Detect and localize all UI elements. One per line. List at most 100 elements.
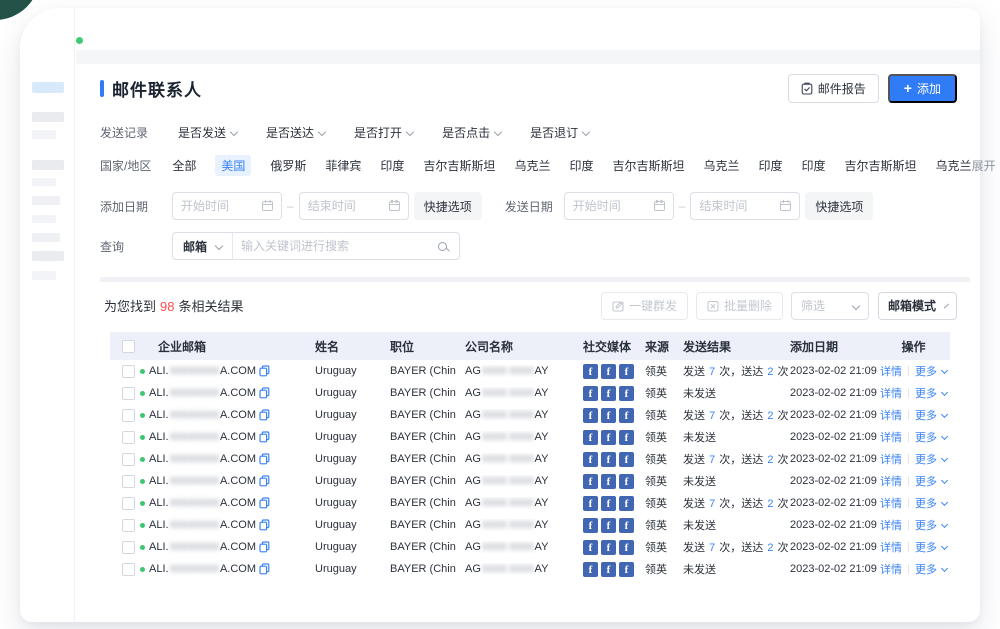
add-date-quick-options-button[interactable]: 快捷选项: [414, 192, 482, 220]
copy-icon[interactable]: [259, 475, 270, 487]
facebook-icon[interactable]: f: [583, 540, 598, 555]
facebook-icon[interactable]: f: [601, 430, 616, 445]
country-option[interactable]: 全部: [172, 157, 196, 174]
more-link[interactable]: 更多: [915, 407, 947, 423]
sidebar-nav-item[interactable]: [32, 215, 56, 223]
facebook-icon[interactable]: f: [583, 452, 598, 467]
row-checkbox[interactable]: [122, 563, 135, 576]
country-option[interactable]: 印度: [569, 157, 593, 174]
status-filter-dropdown[interactable]: 是否点击: [442, 124, 501, 141]
more-link[interactable]: 更多: [915, 451, 947, 467]
sidebar-nav-item[interactable]: [32, 233, 60, 242]
mail-report-button[interactable]: 邮件报告: [788, 74, 879, 103]
detail-link[interactable]: 详情: [880, 385, 902, 401]
row-checkbox[interactable]: [122, 541, 135, 554]
facebook-icon[interactable]: f: [583, 408, 598, 423]
facebook-icon[interactable]: f: [583, 562, 598, 577]
sidebar-nav-item-active[interactable]: [32, 82, 64, 93]
status-filter-dropdown[interactable]: 是否送达: [266, 124, 325, 141]
country-option[interactable]: 吉尔吉斯斯坦: [423, 157, 495, 174]
send-date-end-input[interactable]: [699, 199, 776, 213]
sidebar-nav-item[interactable]: [32, 130, 56, 139]
country-option[interactable]: 印度: [380, 157, 404, 174]
facebook-icon[interactable]: f: [583, 496, 598, 511]
mailbox-mode-select[interactable]: 邮箱模式: [878, 292, 957, 320]
more-link[interactable]: 更多: [915, 561, 947, 577]
facebook-icon[interactable]: f: [601, 386, 616, 401]
send-date-start-input[interactable]: [573, 199, 650, 213]
sidebar-nav-item[interactable]: [32, 112, 64, 122]
country-option[interactable]: 俄罗斯: [270, 157, 306, 174]
filter-select[interactable]: 筛选: [791, 292, 869, 320]
status-filter-dropdown[interactable]: 是否退订: [530, 124, 589, 141]
row-checkbox[interactable]: [122, 497, 135, 510]
facebook-icon[interactable]: f: [619, 408, 634, 423]
facebook-icon[interactable]: f: [619, 518, 634, 533]
more-link[interactable]: 更多: [915, 473, 947, 489]
facebook-icon[interactable]: f: [583, 430, 598, 445]
country-option[interactable]: 吉尔吉斯斯坦: [612, 157, 684, 174]
country-option[interactable]: 乌克兰: [703, 157, 739, 174]
sidebar-nav-item[interactable]: [32, 178, 56, 186]
row-checkbox[interactable]: [122, 431, 135, 444]
query-field-select[interactable]: 邮箱: [173, 233, 233, 259]
copy-icon[interactable]: [259, 365, 270, 377]
facebook-icon[interactable]: f: [601, 540, 616, 555]
country-option[interactable]: 吉尔吉斯斯坦: [845, 157, 917, 174]
bulk-delete-button[interactable]: 批量删除: [696, 292, 783, 320]
more-link[interactable]: 更多: [915, 363, 947, 379]
status-filter-dropdown[interactable]: 是否打开: [354, 124, 413, 141]
copy-icon[interactable]: [259, 387, 270, 399]
country-option[interactable]: 美国: [215, 155, 251, 176]
country-option[interactable]: 乌克兰: [514, 157, 550, 174]
country-option[interactable]: 印度: [802, 157, 826, 174]
facebook-icon[interactable]: f: [601, 474, 616, 489]
more-link[interactable]: 更多: [915, 385, 947, 401]
row-checkbox[interactable]: [122, 453, 135, 466]
copy-icon[interactable]: [259, 453, 270, 465]
add-date-start-input[interactable]: [181, 199, 258, 213]
detail-link[interactable]: 详情: [880, 407, 902, 423]
facebook-icon[interactable]: f: [583, 364, 598, 379]
copy-icon[interactable]: [259, 519, 270, 531]
facebook-icon[interactable]: f: [583, 518, 598, 533]
row-checkbox[interactable]: [122, 475, 135, 488]
copy-icon[interactable]: [259, 541, 270, 553]
country-option[interactable]: 菲律宾: [325, 157, 361, 174]
facebook-icon[interactable]: f: [619, 364, 634, 379]
row-checkbox[interactable]: [122, 519, 135, 532]
copy-icon[interactable]: [259, 431, 270, 443]
copy-icon[interactable]: [259, 497, 270, 509]
expand-toggle[interactable]: 展开: [972, 157, 1000, 174]
row-checkbox[interactable]: [122, 409, 135, 422]
detail-link[interactable]: 详情: [880, 495, 902, 511]
facebook-icon[interactable]: f: [619, 562, 634, 577]
row-checkbox[interactable]: [122, 365, 135, 378]
copy-icon[interactable]: [259, 563, 270, 575]
sidebar-nav-item[interactable]: [32, 196, 60, 205]
facebook-icon[interactable]: f: [601, 496, 616, 511]
facebook-icon[interactable]: f: [601, 562, 616, 577]
sidebar-nav-item[interactable]: [32, 160, 64, 170]
facebook-icon[interactable]: f: [619, 540, 634, 555]
detail-link[interactable]: 详情: [880, 363, 902, 379]
status-filter-dropdown[interactable]: 是否发送: [178, 124, 237, 141]
sidebar-nav-item[interactable]: [32, 271, 56, 280]
more-link[interactable]: 更多: [915, 495, 947, 511]
detail-link[interactable]: 详情: [880, 451, 902, 467]
country-option[interactable]: 印度: [759, 157, 783, 174]
send-date-quick-options-button[interactable]: 快捷选项: [805, 192, 873, 220]
country-option[interactable]: 乌克兰: [936, 157, 972, 174]
facebook-icon[interactable]: f: [601, 364, 616, 379]
row-checkbox[interactable]: [122, 387, 135, 400]
keyword-search-input[interactable]: [233, 239, 438, 253]
facebook-icon[interactable]: f: [601, 452, 616, 467]
facebook-icon[interactable]: f: [619, 474, 634, 489]
detail-link[interactable]: 详情: [880, 473, 902, 489]
sidebar-nav-item[interactable]: [32, 251, 64, 261]
detail-link[interactable]: 详情: [880, 539, 902, 555]
more-link[interactable]: 更多: [915, 429, 947, 445]
copy-icon[interactable]: [259, 409, 270, 421]
more-link[interactable]: 更多: [915, 517, 947, 533]
search-icon[interactable]: [438, 242, 447, 251]
